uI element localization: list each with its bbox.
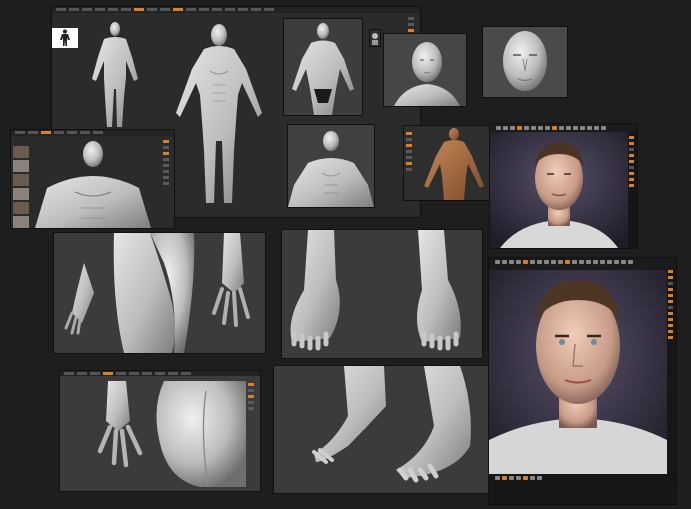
glutes-menubar[interactable] xyxy=(60,371,260,376)
render-face-2 xyxy=(489,258,676,504)
human-silhouette-icon xyxy=(60,29,70,46)
top-menubar[interactable] xyxy=(52,7,420,13)
bronze-figure xyxy=(404,126,490,200)
torso-menubar[interactable] xyxy=(11,130,174,136)
glutes-hand xyxy=(60,371,260,491)
figure-front-fullbody xyxy=(176,24,262,203)
mini-head-icon xyxy=(372,33,378,45)
small-tool-icon[interactable] xyxy=(370,30,380,46)
reference-board xyxy=(0,0,691,509)
glutes-tool-strip[interactable] xyxy=(248,383,256,487)
figure-front-upper xyxy=(284,19,362,115)
face-closeup xyxy=(483,27,567,97)
figure-thumbnail xyxy=(52,28,78,48)
torso-viewport xyxy=(288,125,374,207)
torso-sculpt xyxy=(35,141,151,228)
glutes-sculpt xyxy=(97,381,246,488)
render-face-1 xyxy=(490,124,637,248)
torso-tool-strip[interactable] xyxy=(163,140,171,224)
hip-hands xyxy=(54,233,265,353)
feet-front xyxy=(282,230,482,358)
render-toolbar-1[interactable] xyxy=(490,124,637,132)
material-thumbnails[interactable] xyxy=(13,146,31,228)
render-side-1[interactable] xyxy=(629,136,635,187)
bronze-tool-strip[interactable] xyxy=(406,132,414,196)
render-side-2[interactable] xyxy=(668,270,674,339)
torso-viewport-left[interactable] xyxy=(11,130,174,228)
render-toolbar-2[interactable] xyxy=(489,258,676,270)
feet-side xyxy=(274,366,488,493)
render-bottom-bar[interactable] xyxy=(489,474,676,482)
figure-back-view xyxy=(92,22,138,127)
bust-closeup xyxy=(384,34,466,106)
